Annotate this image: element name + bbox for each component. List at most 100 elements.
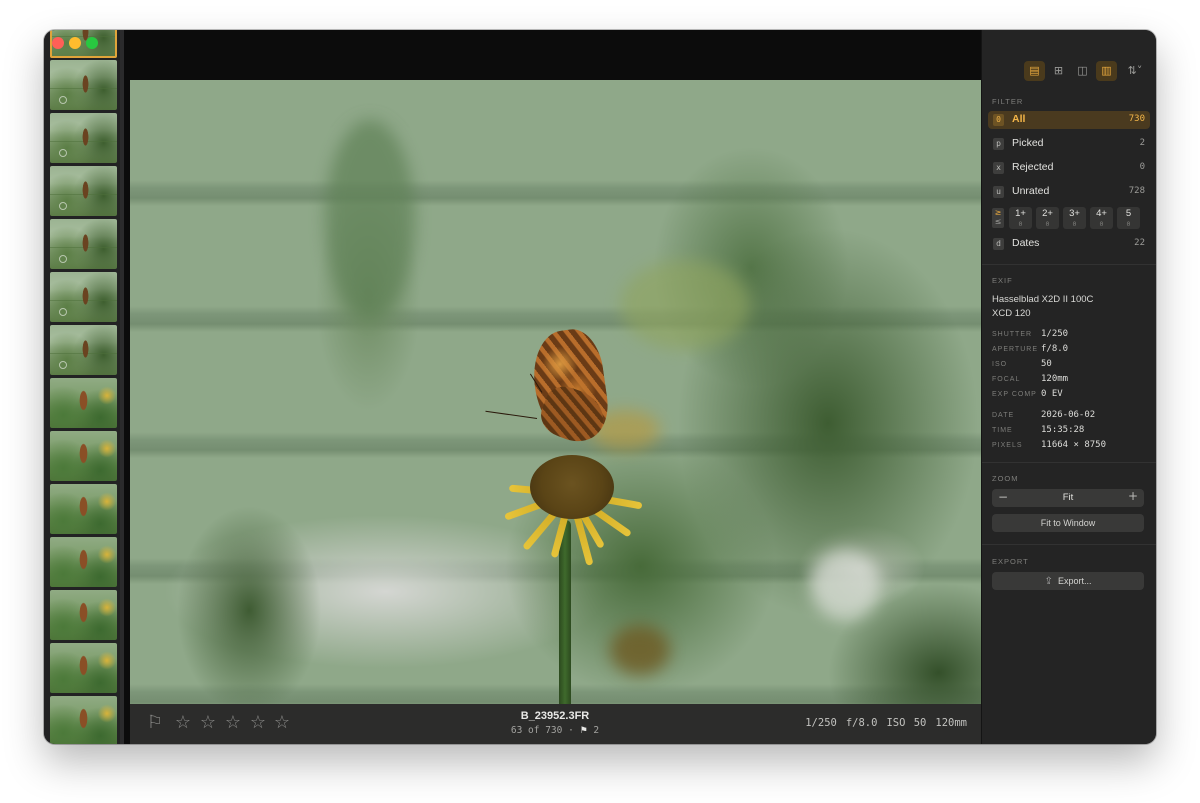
thumbnail[interactable]: [50, 537, 117, 587]
thumbnail[interactable]: [50, 219, 117, 269]
info-bar: ⚐ ☆ ☆ ☆ ☆ ☆ B_23952.3FR 63 of 730 · ⚑ 2 …: [130, 704, 981, 744]
thumbnail[interactable]: [50, 272, 117, 322]
export-label: Export...: [1057, 576, 1092, 586]
exif-label: APERTURE: [992, 346, 1038, 353]
main-photo[interactable]: [130, 80, 981, 704]
rating-count: 0: [1045, 220, 1050, 228]
rating-count: 0: [1126, 220, 1131, 228]
sort-icon[interactable]: ⇅˅: [1122, 61, 1148, 81]
photo-filename: B_23952.3FR: [520, 710, 590, 722]
photo-position: 63 of 730 · ⚑ 2: [430, 725, 680, 736]
iso-summary: ISO 50: [886, 717, 927, 729]
rating-filter-3[interactable]: 3+ 0: [1063, 207, 1086, 229]
filter-picked[interactable]: p Picked 2: [988, 135, 1150, 153]
lens-model: XCD 120: [992, 308, 1031, 319]
sidebar-left-icon[interactable]: ▤: [1024, 61, 1045, 81]
circle-icon: [59, 96, 67, 104]
divider: [982, 264, 1156, 265]
star-icon[interactable]: ☆: [222, 712, 244, 734]
thumbnail[interactable]: [50, 696, 117, 744]
divider: [982, 544, 1156, 545]
circle-icon: [59, 202, 67, 210]
thumbnail[interactable]: [50, 590, 117, 640]
thumbnail[interactable]: [50, 484, 117, 534]
rating-filter-4[interactable]: 4+ 0: [1090, 207, 1113, 229]
rating-filter-2[interactable]: 2+ 0: [1036, 207, 1059, 229]
filter-count: 730: [1128, 114, 1145, 124]
exif-summary: 1/250 f/8.0 ISO 50 120mm: [796, 717, 967, 729]
star-icon[interactable]: ☆: [271, 712, 293, 734]
exif-value: 11664 × 8750: [1041, 440, 1107, 450]
thumbnail[interactable]: [50, 325, 117, 375]
sort-glyph: ⇅: [1127, 64, 1137, 77]
filmstrip[interactable]: [44, 30, 124, 744]
thumbnail[interactable]: [50, 113, 117, 163]
filter-count: 728: [1128, 186, 1145, 196]
thumbnail[interactable]: [50, 166, 117, 216]
star-icon[interactable]: ☆: [172, 712, 194, 734]
filter-dates[interactable]: d Dates 22: [988, 235, 1150, 253]
filter-label: Unrated: [1012, 185, 1050, 197]
exif-value: 1/250: [1041, 329, 1069, 339]
thumbnail[interactable]: [50, 60, 117, 110]
filter-title: FILTER: [992, 97, 1024, 106]
exif-value: 120mm: [1041, 374, 1069, 384]
exif-value: 15:35:28: [1041, 425, 1085, 435]
exif-label: FOCAL: [992, 376, 1021, 383]
exif-label: EXP COMP: [992, 391, 1037, 398]
rating-label: 3+: [1069, 208, 1080, 219]
close-button[interactable]: [52, 37, 64, 49]
circle-icon: [59, 149, 67, 157]
exif-value: 50: [1041, 359, 1052, 369]
rating-label: 2+: [1042, 208, 1053, 219]
thumbnail[interactable]: [50, 431, 117, 481]
rating-count: 0: [1018, 220, 1023, 228]
thumbnail[interactable]: [50, 643, 117, 693]
filter-all[interactable]: 0 All 730: [988, 111, 1150, 129]
exif-value: f/8.0: [1041, 344, 1069, 354]
thumbnail[interactable]: [50, 378, 117, 428]
exif-label: DATE: [992, 412, 1015, 419]
exif-label: SHUTTER: [992, 331, 1033, 338]
sidebar-right-icon[interactable]: ▥: [1096, 61, 1117, 81]
shutter-summary: 1/250: [805, 717, 837, 729]
star-icon[interactable]: ☆: [247, 712, 269, 734]
rating-label: 1+: [1015, 208, 1026, 219]
filter-label: Dates: [1012, 237, 1040, 249]
filter-count: 22: [1134, 238, 1145, 248]
rating-count: 0: [1099, 220, 1104, 228]
star-icon[interactable]: ☆: [197, 712, 219, 734]
flag-outline-icon[interactable]: ⚐: [144, 712, 166, 734]
export-icon: ⇪: [1044, 576, 1053, 587]
filter-label: All: [1012, 113, 1026, 125]
separator: ·: [568, 725, 574, 736]
image-viewer: ⚐ ☆ ☆ ☆ ☆ ☆ B_23952.3FR 63 of 730 · ⚑ 2 …: [124, 30, 981, 744]
rating-label: 5: [1125, 208, 1132, 219]
export-button[interactable]: ⇪ Export...: [992, 572, 1144, 590]
shortcut-key: p: [993, 138, 1004, 150]
app-window: ⚐ ☆ ☆ ☆ ☆ ☆ B_23952.3FR 63 of 730 · ⚑ 2 …: [44, 30, 1156, 744]
divider: [982, 462, 1156, 463]
flag-icon: ⚑: [579, 726, 588, 736]
circle-icon: [59, 308, 67, 316]
circle-icon: [59, 361, 67, 369]
rating-filter-5[interactable]: 50: [1117, 207, 1140, 229]
rating-comparator-toggle[interactable]: ≥ ≤: [992, 208, 1004, 228]
grid-icon[interactable]: ⊞: [1048, 61, 1069, 81]
filter-rejected[interactable]: x Rejected 0: [988, 159, 1150, 177]
filter-count: 2: [1139, 138, 1145, 148]
flower-cone: [530, 455, 614, 519]
minimize-button[interactable]: [69, 37, 81, 49]
exif-value: 2026-06-02: [1041, 410, 1096, 420]
ge-symbol: ≥: [994, 208, 1002, 217]
zoom-in-button[interactable]: +: [1128, 489, 1138, 503]
maximize-button[interactable]: [86, 37, 98, 49]
circle-icon: [59, 255, 67, 263]
rating-filter-1[interactable]: 1+ 0: [1009, 207, 1032, 229]
exif-label: PIXELS: [992, 442, 1023, 449]
split-view-icon[interactable]: ◫: [1072, 61, 1093, 81]
filter-unrated[interactable]: u Unrated 728: [988, 183, 1150, 201]
fit-to-window-button[interactable]: Fit to Window: [992, 514, 1144, 532]
camera-model: Hasselblad X2D II 100C: [992, 294, 1094, 305]
shortcut-key: u: [993, 186, 1004, 198]
